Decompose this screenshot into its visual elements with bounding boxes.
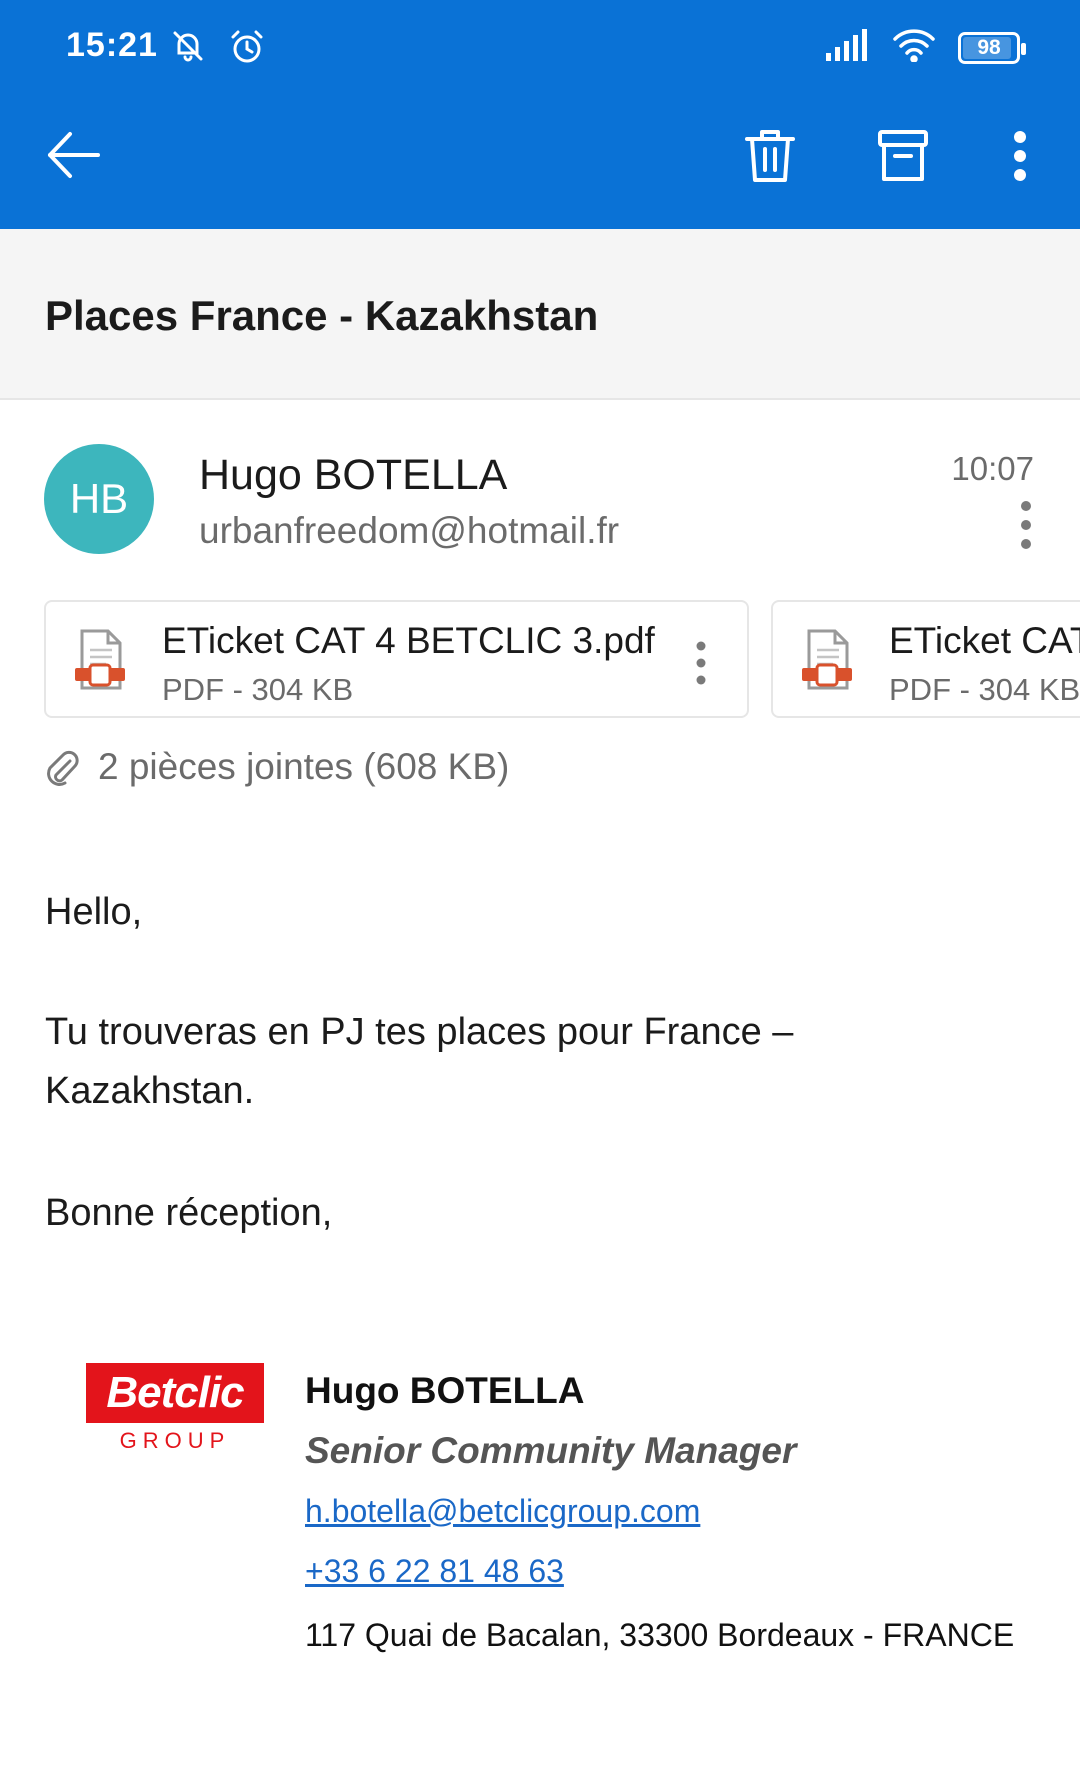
attachment-name: ETicket CAT 4 BETCLIC 3.pdf	[162, 620, 655, 661]
signature-email-link[interactable]: h.botella@betclicgroup.com	[305, 1493, 700, 1530]
sender-email[interactable]: urbanfreedom@hotmail.fr	[199, 510, 619, 552]
betclic-logo-sub: GROUP	[119, 1428, 231, 1453]
message-more-button[interactable]	[1008, 498, 1044, 552]
archive-icon	[878, 130, 928, 181]
paperclip-icon	[47, 750, 79, 786]
pdf-file-icon	[799, 628, 855, 697]
battery-icon: 98	[958, 31, 1026, 64]
wifi-icon	[892, 28, 936, 67]
betclic-logo: Betclic	[86, 1363, 264, 1423]
more-vertical-icon	[1014, 131, 1026, 181]
attachments-strip[interactable]: ETicket CAT 4 BETCLIC 3.pdf PDF - 304 KB…	[44, 600, 1080, 718]
avatar[interactable]: HB	[44, 444, 154, 554]
archive-button[interactable]	[873, 124, 933, 188]
app-toolbar: 15:21 98	[0, 0, 1080, 229]
back-button[interactable]	[44, 125, 104, 185]
status-icons-right: 98	[826, 28, 1026, 67]
email-subject: Places France - Kazakhstan	[45, 292, 599, 339]
more-vertical-icon	[696, 641, 706, 685]
more-vertical-icon	[1021, 501, 1031, 549]
subject-bar: Places France - Kazakhstan	[0, 229, 1080, 400]
attachment-name: ETicket CAT 4 BETCLIC 4.pdf	[889, 620, 1080, 661]
trash-icon	[745, 130, 795, 182]
attachment-card[interactable]: ETicket CAT 4 BETCLIC 3.pdf PDF - 304 KB	[44, 600, 749, 718]
status-icons-left	[170, 28, 266, 71]
status-time: 15:21	[66, 26, 158, 64]
attachments-summary-text: 2 pièces jointes (608 KB)	[98, 746, 510, 787]
signature-phone-link[interactable]: +33 6 22 81 48 63	[305, 1553, 564, 1590]
alarm-icon	[228, 28, 266, 71]
more-button[interactable]	[1000, 124, 1040, 188]
delete-button[interactable]	[740, 124, 800, 188]
betclic-logo-text: Betclic	[106, 1368, 244, 1417]
avatar-initials: HB	[69, 475, 129, 522]
signal-icon	[826, 29, 870, 66]
back-arrow-icon	[48, 132, 100, 178]
signature-address: 117 Quai de Bacalan, 33300 Bordeaux - FR…	[305, 1617, 1015, 1653]
attachment-card[interactable]: ETicket CAT 4 BETCLIC 4.pdf PDF - 304 KB	[771, 600, 1080, 718]
pdf-file-icon	[72, 628, 128, 697]
sender-name[interactable]: Hugo BOTELLA	[199, 451, 507, 500]
attachments-summary[interactable]: 2 pièces jointes (608 KB)	[44, 746, 509, 788]
attachment-meta: PDF - 304 KB	[162, 672, 354, 707]
body-closing: Bonne réception,	[45, 1192, 333, 1234]
signature-title: Senior Community Manager	[305, 1430, 797, 1471]
bell-muted-icon	[170, 28, 206, 71]
battery-level: 98	[977, 35, 1001, 59]
signature-name: Hugo BOTELLA	[305, 1370, 585, 1411]
body-greeting: Hello,	[45, 891, 143, 933]
attachment-meta: PDF - 304 KB	[889, 672, 1080, 707]
message-time: 10:07	[951, 450, 1034, 487]
body-line-2: Kazakhstan.	[45, 1070, 255, 1112]
attachment-more-button[interactable]	[686, 636, 716, 690]
body-line-1: Tu trouveras en PJ tes places pour Franc…	[45, 1011, 794, 1053]
